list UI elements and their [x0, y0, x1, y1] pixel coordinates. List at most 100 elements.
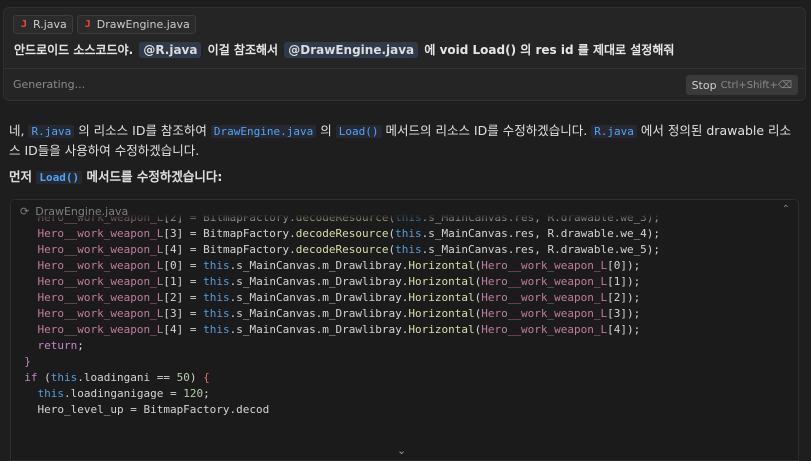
code-token: ) — [189, 371, 204, 384]
response-text: 네, — [9, 123, 25, 138]
code-token: .s_MainCanvas.m_Drawlibray. — [229, 259, 409, 272]
code-token: .s_MainCanvas.m_Drawlibray. — [229, 291, 409, 304]
code-token: this — [203, 323, 230, 336]
code-token: .s_MainCanvas.res, R.drawable.we_5); — [421, 243, 661, 256]
code-token: { — [203, 371, 210, 384]
chevron-down-icon[interactable]: ⌄ — [397, 444, 406, 457]
code-token: [0]); — [607, 259, 641, 272]
prompt-text-part: 이걸 참조해서 — [207, 43, 279, 57]
inline-code: R.java — [591, 125, 637, 138]
code-line: Hero__work_weapon_L [1] = this.s_MainCanv… — [11, 274, 660, 290]
code-token: decodeResource — [295, 243, 389, 256]
code-token: .s_MainCanvas.m_Drawlibray. — [229, 323, 409, 336]
code-token: this — [50, 371, 78, 384]
code-token: 50 — [176, 371, 190, 384]
code-token: this — [37, 387, 65, 400]
inline-code: Load() — [335, 125, 382, 138]
code-token: this — [203, 259, 230, 272]
code-token: Horizontal — [408, 259, 475, 272]
code-line: this.loadinganigage = 120; — [11, 386, 660, 402]
divider — [4, 68, 805, 69]
code-token: Hero__work_weapon_L — [481, 307, 608, 320]
code-token: .s_MainCanvas.res, R.drawable.we_4); — [421, 227, 661, 240]
generating-status: Generating... — [13, 78, 86, 91]
code-line: return; — [11, 338, 660, 354]
code-token: return — [37, 339, 78, 352]
chip-label: DrawEngine.java — [96, 18, 190, 31]
code-token: .loadingani == — [77, 371, 177, 384]
code-token: this — [203, 291, 230, 304]
response-text: 의 리소스 ID를 참조하여 — [78, 123, 207, 138]
code-token: [2] = — [163, 291, 204, 304]
stop-button[interactable]: Stop Ctrl+Shift+⌫ — [685, 75, 798, 95]
chip-label: R.java — [33, 18, 67, 31]
code-token: [0] = — [163, 259, 204, 272]
chevron-up-down-icon[interactable]: ⌃ — [782, 204, 790, 215]
code-line: if (this.loadingani == 50) { — [11, 370, 660, 386]
code-token: Hero__work_weapon_L — [481, 259, 608, 272]
code-line: Hero__work_weapon_L [4] = this.s_MainCanv… — [11, 322, 660, 338]
code-token: [1] = — [163, 275, 204, 288]
response-paragraph-1: 네, R.java 의 리소스 ID를 참조하여 DrawEngine.java… — [9, 121, 799, 160]
code-token: [4] = — [163, 323, 204, 336]
inline-code: Load() — [36, 171, 83, 184]
code-token: [3] = — [163, 307, 204, 320]
code-line: } — [11, 354, 660, 370]
code-token: Hero__work_weapon_L — [37, 227, 164, 240]
code-token: this — [395, 227, 422, 240]
code-token: ; — [203, 387, 210, 400]
inline-code: DrawEngine.java — [210, 125, 317, 138]
user-prompt: 안드로이드 소스코드야. @R.java 이걸 참조해서 @DrawEngine… — [14, 41, 674, 58]
context-chip-r-java[interactable]: J R.java — [13, 15, 73, 34]
code-token: Hero__work_weapon_L — [37, 307, 164, 320]
code-line: Hero__work_weapon_L[3] = BitmapFactory.d… — [11, 226, 661, 242]
code-token: [1]); — [607, 275, 641, 288]
code-token: Hero__work_weapon_L — [37, 291, 164, 304]
code-token: Hero__work_weapon_L — [481, 275, 608, 288]
code-line: Hero_level_up = BitmapFactory.decod — [11, 402, 660, 418]
code-token: ( — [37, 371, 51, 384]
code-block: ⟳ DrawEngine.java ⌃ Hero__work_weapon_L[… — [10, 199, 799, 461]
prompt-box: J R.java J DrawEngine.java 안드로이드 소스코드야. … — [3, 7, 806, 101]
code-token: Horizontal — [408, 307, 475, 320]
code-token: .s_MainCanvas.m_Drawlibray. — [229, 275, 409, 288]
code-line: Hero__work_weapon_L[4] = BitmapFactory.d… — [11, 242, 661, 258]
response-text: 의 — [320, 123, 332, 138]
code-token: } — [24, 355, 31, 368]
code-token: Horizontal — [408, 291, 475, 304]
code-token: Hero_level_up = BitmapFactory.decod — [11, 403, 270, 416]
code-token: ; — [77, 339, 84, 352]
code-token: Hero__work_weapon_L — [37, 259, 164, 272]
code-block-filename[interactable]: DrawEngine.java — [35, 205, 128, 218]
prompt-text-part: 에 void Load() 의 res id 를 제대로 설정해줘 — [424, 43, 675, 57]
context-chip-drawengine-java[interactable]: J DrawEngine.java — [76, 15, 196, 34]
file-reference[interactable]: @R.java — [139, 41, 202, 58]
code-token: Horizontal — [408, 323, 475, 336]
code-line: Hero__work_weapon_L[3] = this.s_MainCanv… — [11, 306, 660, 322]
code-token: [3] = BitmapFactory. — [163, 227, 296, 240]
code-token: this — [203, 275, 230, 288]
code-token: this — [395, 243, 422, 256]
code-token: Hero__work_weapon_L — [481, 323, 608, 336]
file-reference[interactable]: @DrawEngine.java — [284, 41, 419, 58]
stop-label: Stop — [691, 78, 717, 92]
code-token: [2]); — [607, 291, 641, 304]
code-token: Hero__work_weapon_L — [481, 291, 608, 304]
inline-code: R.java — [28, 125, 75, 138]
response-paragraph-2: 먼저 Load() 메서드를 수정하겠습니다: — [9, 167, 222, 187]
code-token: if — [24, 371, 38, 384]
code-token: [4]); — [607, 323, 641, 336]
loading-icon: ⟳ — [20, 204, 30, 218]
code-token: [3]); — [607, 307, 641, 320]
java-file-icon: J — [84, 19, 91, 30]
code-content: Hero__work_weapon_L[1] = BitmapFactory.d… — [11, 200, 661, 418]
